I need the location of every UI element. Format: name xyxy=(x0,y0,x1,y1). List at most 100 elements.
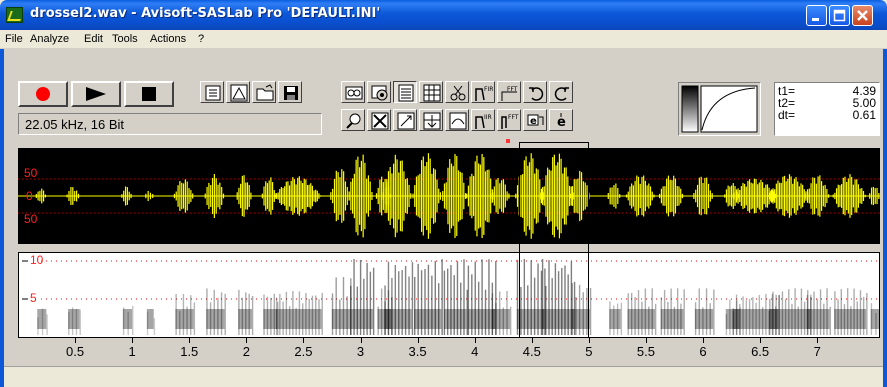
time-axis-tick-label: 1 xyxy=(128,344,136,359)
spectrogram-column xyxy=(132,305,134,335)
cut-button[interactable] xyxy=(445,81,469,103)
spectrogram-energy xyxy=(331,309,351,329)
spectrogram-energy xyxy=(769,309,811,329)
close-icon xyxy=(857,10,868,21)
menu-bar: File Analyze Edit Tools Actions ? xyxy=(0,30,887,49)
echo-button[interactable]: e xyxy=(549,109,573,131)
selection-marker[interactable] xyxy=(506,139,511,143)
save-button[interactable] xyxy=(278,81,302,103)
spectrogram-button[interactable] xyxy=(419,81,443,103)
spectrogram-graph[interactable] xyxy=(19,253,879,337)
zoom-button[interactable] xyxy=(341,109,365,131)
spectrogram-energy xyxy=(122,309,133,329)
maximize-icon xyxy=(833,9,846,22)
menu-actions[interactable]: Actions xyxy=(150,33,186,45)
undo-button[interactable] xyxy=(523,81,547,103)
spectrogram-energy xyxy=(175,309,194,329)
record-icon xyxy=(36,87,50,101)
dt-label: dt= xyxy=(778,108,796,122)
time-axis-tick-label: 2 xyxy=(242,344,250,359)
wave-label-bottom: 50 xyxy=(24,212,38,226)
selection-frame[interactable] xyxy=(519,142,589,338)
spectrogram-column xyxy=(589,287,592,335)
iir-filter-icon: IIR xyxy=(475,114,492,129)
play-button[interactable] xyxy=(71,81,121,107)
record-settings-button[interactable] xyxy=(367,81,391,103)
spec-label-5: 5 xyxy=(30,291,37,305)
delete-button[interactable] xyxy=(367,109,391,131)
magnifier-icon xyxy=(346,113,361,129)
fir-filter-button[interactable]: FIR xyxy=(471,81,495,103)
menu-file[interactable]: File xyxy=(5,33,23,45)
record-button[interactable] xyxy=(18,81,68,107)
waveform-view-button[interactable] xyxy=(393,81,417,103)
spectrogram-column xyxy=(224,293,226,335)
grid-icon xyxy=(423,84,441,102)
time-axis-tick xyxy=(246,338,248,343)
menu-tools[interactable]: Tools xyxy=(112,33,138,45)
fft-filter-icon: FFT xyxy=(501,86,518,101)
spectrogram-column xyxy=(321,292,323,335)
spectrogram-energy xyxy=(806,309,830,329)
spectrogram-column xyxy=(251,295,254,335)
minimize-button[interactable] xyxy=(806,5,827,26)
stop-icon xyxy=(142,87,156,101)
spectrogram-column xyxy=(866,293,868,335)
spectrogram-column xyxy=(713,289,715,335)
echo-icon: e xyxy=(557,113,566,130)
maximize-button[interactable] xyxy=(829,5,850,26)
spectrogram-energy xyxy=(146,309,154,329)
spectrogram-panel[interactable]: 10 5 xyxy=(18,252,880,338)
spectrogram-column xyxy=(411,262,414,335)
spectrogram-energy xyxy=(609,309,621,329)
time-axis-tick-label: 3.5 xyxy=(408,344,427,359)
spectrogram-column xyxy=(153,318,156,335)
wave-label-top: 50 xyxy=(24,166,38,180)
svg-text:FFT: FFT xyxy=(507,86,518,93)
fft-filter-button[interactable]: FFT xyxy=(497,81,521,103)
insert-button[interactable] xyxy=(419,109,443,131)
svg-text:e: e xyxy=(530,116,537,127)
time-axis-tick-label: 6 xyxy=(699,344,707,359)
stop-button[interactable] xyxy=(124,81,174,107)
spectrogram-energy xyxy=(414,309,442,329)
app-icon[interactable] xyxy=(6,7,23,23)
spectrogram-energy xyxy=(37,309,47,329)
menu-analyze[interactable]: Analyze xyxy=(30,33,69,45)
time-axis-tick-label: 6.5 xyxy=(751,344,770,359)
notes-button[interactable] xyxy=(200,81,224,103)
waveform-graph[interactable] xyxy=(18,148,880,244)
loop-button[interactable]: e xyxy=(523,109,547,131)
tape-icon xyxy=(345,86,363,100)
record-settings-icon xyxy=(371,85,388,101)
spectrogram-column xyxy=(193,302,196,335)
spectrogram-column xyxy=(829,306,832,335)
spectrum-icon xyxy=(449,112,467,130)
svg-text:e: e xyxy=(557,115,566,130)
save-icon xyxy=(284,86,298,100)
spectrum-button[interactable] xyxy=(445,109,469,131)
time-axis-tick xyxy=(531,338,533,343)
svg-text:FIR: FIR xyxy=(484,86,493,93)
close-button[interactable] xyxy=(852,5,873,26)
title-bar[interactable]: drossel2.wav - Avisoft-SASLab Pro 'DEFAU… xyxy=(0,0,887,30)
time-axis-tick-label: 3 xyxy=(356,344,365,359)
iir-filter-button[interactable]: IIR xyxy=(471,109,495,131)
time-axis-tick-label: 5.5 xyxy=(636,344,655,359)
dt-value: 0.61 xyxy=(852,108,876,122)
open-button[interactable] xyxy=(252,81,276,103)
spectrogram-energy xyxy=(467,309,496,329)
label-button[interactable] xyxy=(393,109,417,131)
fft-bandpass-button[interactable]: FFT xyxy=(497,109,521,131)
spectrogram-energy xyxy=(491,309,510,329)
label-icon xyxy=(397,112,415,130)
menu-edit[interactable]: Edit xyxy=(84,33,103,45)
time-axis-tick xyxy=(703,338,705,343)
waveform-panel[interactable]: 50 0 50 xyxy=(18,148,880,244)
redo-button[interactable] xyxy=(549,81,573,103)
spectrogram-column xyxy=(620,302,623,335)
menu-help[interactable]: ? xyxy=(198,33,204,45)
tape-button[interactable] xyxy=(341,81,365,103)
spectrogram-energy xyxy=(834,309,867,329)
overview-button[interactable] xyxy=(226,81,250,103)
